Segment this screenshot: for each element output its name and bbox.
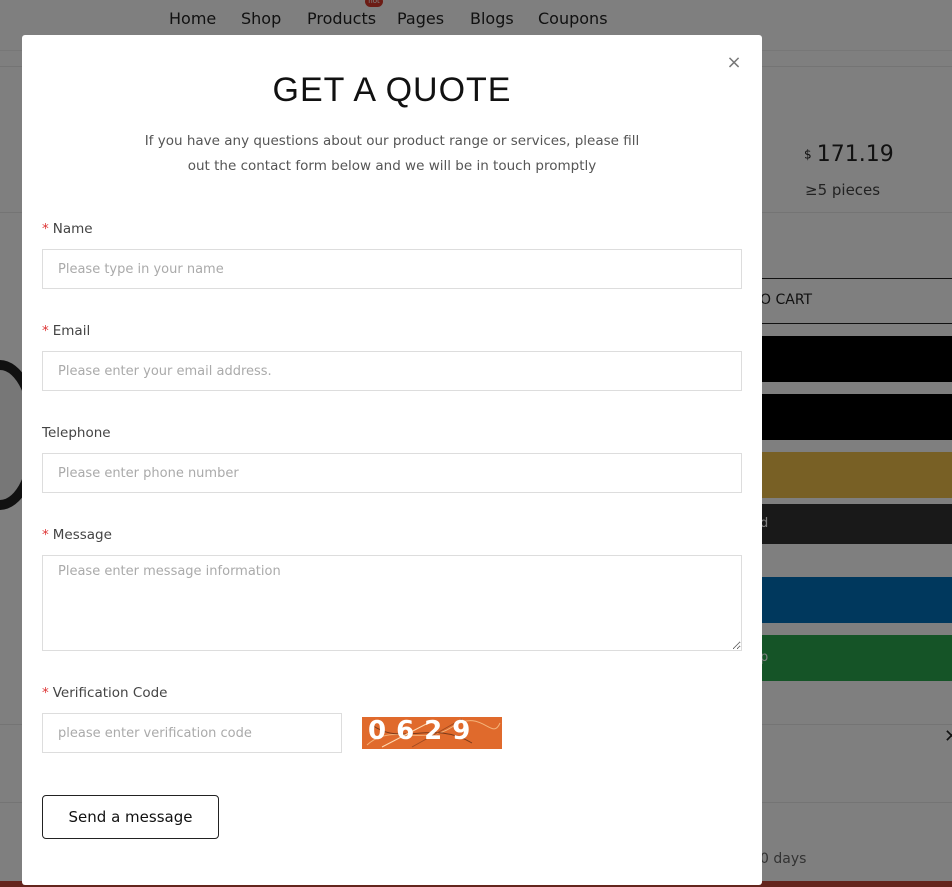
required-mark: * <box>42 323 49 339</box>
message-label-text: Message <box>52 527 112 543</box>
modal-title: GET A QUOTE <box>272 71 512 109</box>
quote-modal: × GET A QUOTE If you have any questions … <box>22 35 762 885</box>
email-input[interactable] <box>42 351 742 391</box>
message-textarea[interactable] <box>42 555 742 651</box>
name-input[interactable] <box>42 249 742 289</box>
modal-intro-text: If you have any questions about our prod… <box>144 133 640 174</box>
telephone-input[interactable] <box>42 453 742 493</box>
required-mark: * <box>42 221 49 237</box>
message-label: * Message <box>42 527 112 543</box>
captcha-image[interactable]: 0629 <box>362 717 502 749</box>
email-label-text: Email <box>52 323 91 339</box>
name-label: * Name <box>42 221 93 237</box>
email-label: * Email <box>42 323 90 339</box>
verification-code-input[interactable] <box>42 713 342 753</box>
required-mark: * <box>42 527 49 543</box>
captcha-text: 0629 <box>368 717 481 746</box>
verification-label: * Verification Code <box>42 685 167 701</box>
name-label-text: Name <box>52 221 93 237</box>
required-mark: * <box>42 685 49 701</box>
send-message-button[interactable]: Send a message <box>42 795 219 839</box>
telephone-label: Telephone <box>42 425 111 441</box>
verification-label-text: Verification Code <box>52 685 168 701</box>
close-icon[interactable]: × <box>726 54 742 72</box>
telephone-label-text: Telephone <box>42 425 111 441</box>
